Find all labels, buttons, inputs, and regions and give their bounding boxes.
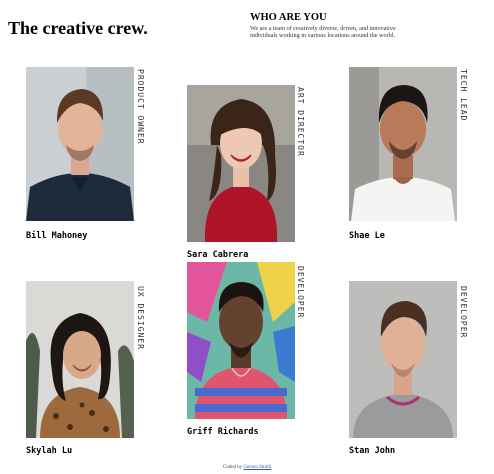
about-heading: WHO ARE YOU bbox=[250, 12, 327, 23]
team-photo bbox=[187, 85, 295, 242]
team-role: TECH LEAD bbox=[459, 69, 468, 122]
team-role: ART DIRECTOR bbox=[296, 87, 305, 157]
team-photo bbox=[349, 281, 457, 438]
team-photo bbox=[349, 67, 457, 221]
team-name: Skylah Lu bbox=[26, 446, 73, 456]
team-name: Bill Mahoney bbox=[26, 231, 88, 241]
footer: Coded by Gerson Smith bbox=[0, 465, 494, 470]
author-link[interactable]: Gerson Smith bbox=[243, 465, 271, 470]
team-name: Sara Cabrera bbox=[187, 250, 249, 260]
team-role: PRODUCT OWNER bbox=[136, 69, 145, 145]
page-title: The creative crew. bbox=[8, 18, 148, 38]
team-role: DEVELOPER bbox=[296, 266, 305, 319]
team-photo bbox=[187, 262, 295, 419]
team-photo bbox=[26, 67, 134, 221]
team-role: UX DESIGNER bbox=[136, 286, 145, 350]
team-photo bbox=[26, 281, 134, 438]
team-name: Stan John bbox=[349, 446, 396, 456]
about-text: We are a team of creatively diverse, dri… bbox=[250, 25, 396, 40]
team-name: Griff Richards bbox=[187, 427, 259, 437]
team-name: Shae Le bbox=[349, 231, 385, 241]
footer-prefix: Coded by bbox=[222, 465, 243, 470]
team-role: DEVELOPER bbox=[459, 286, 468, 339]
